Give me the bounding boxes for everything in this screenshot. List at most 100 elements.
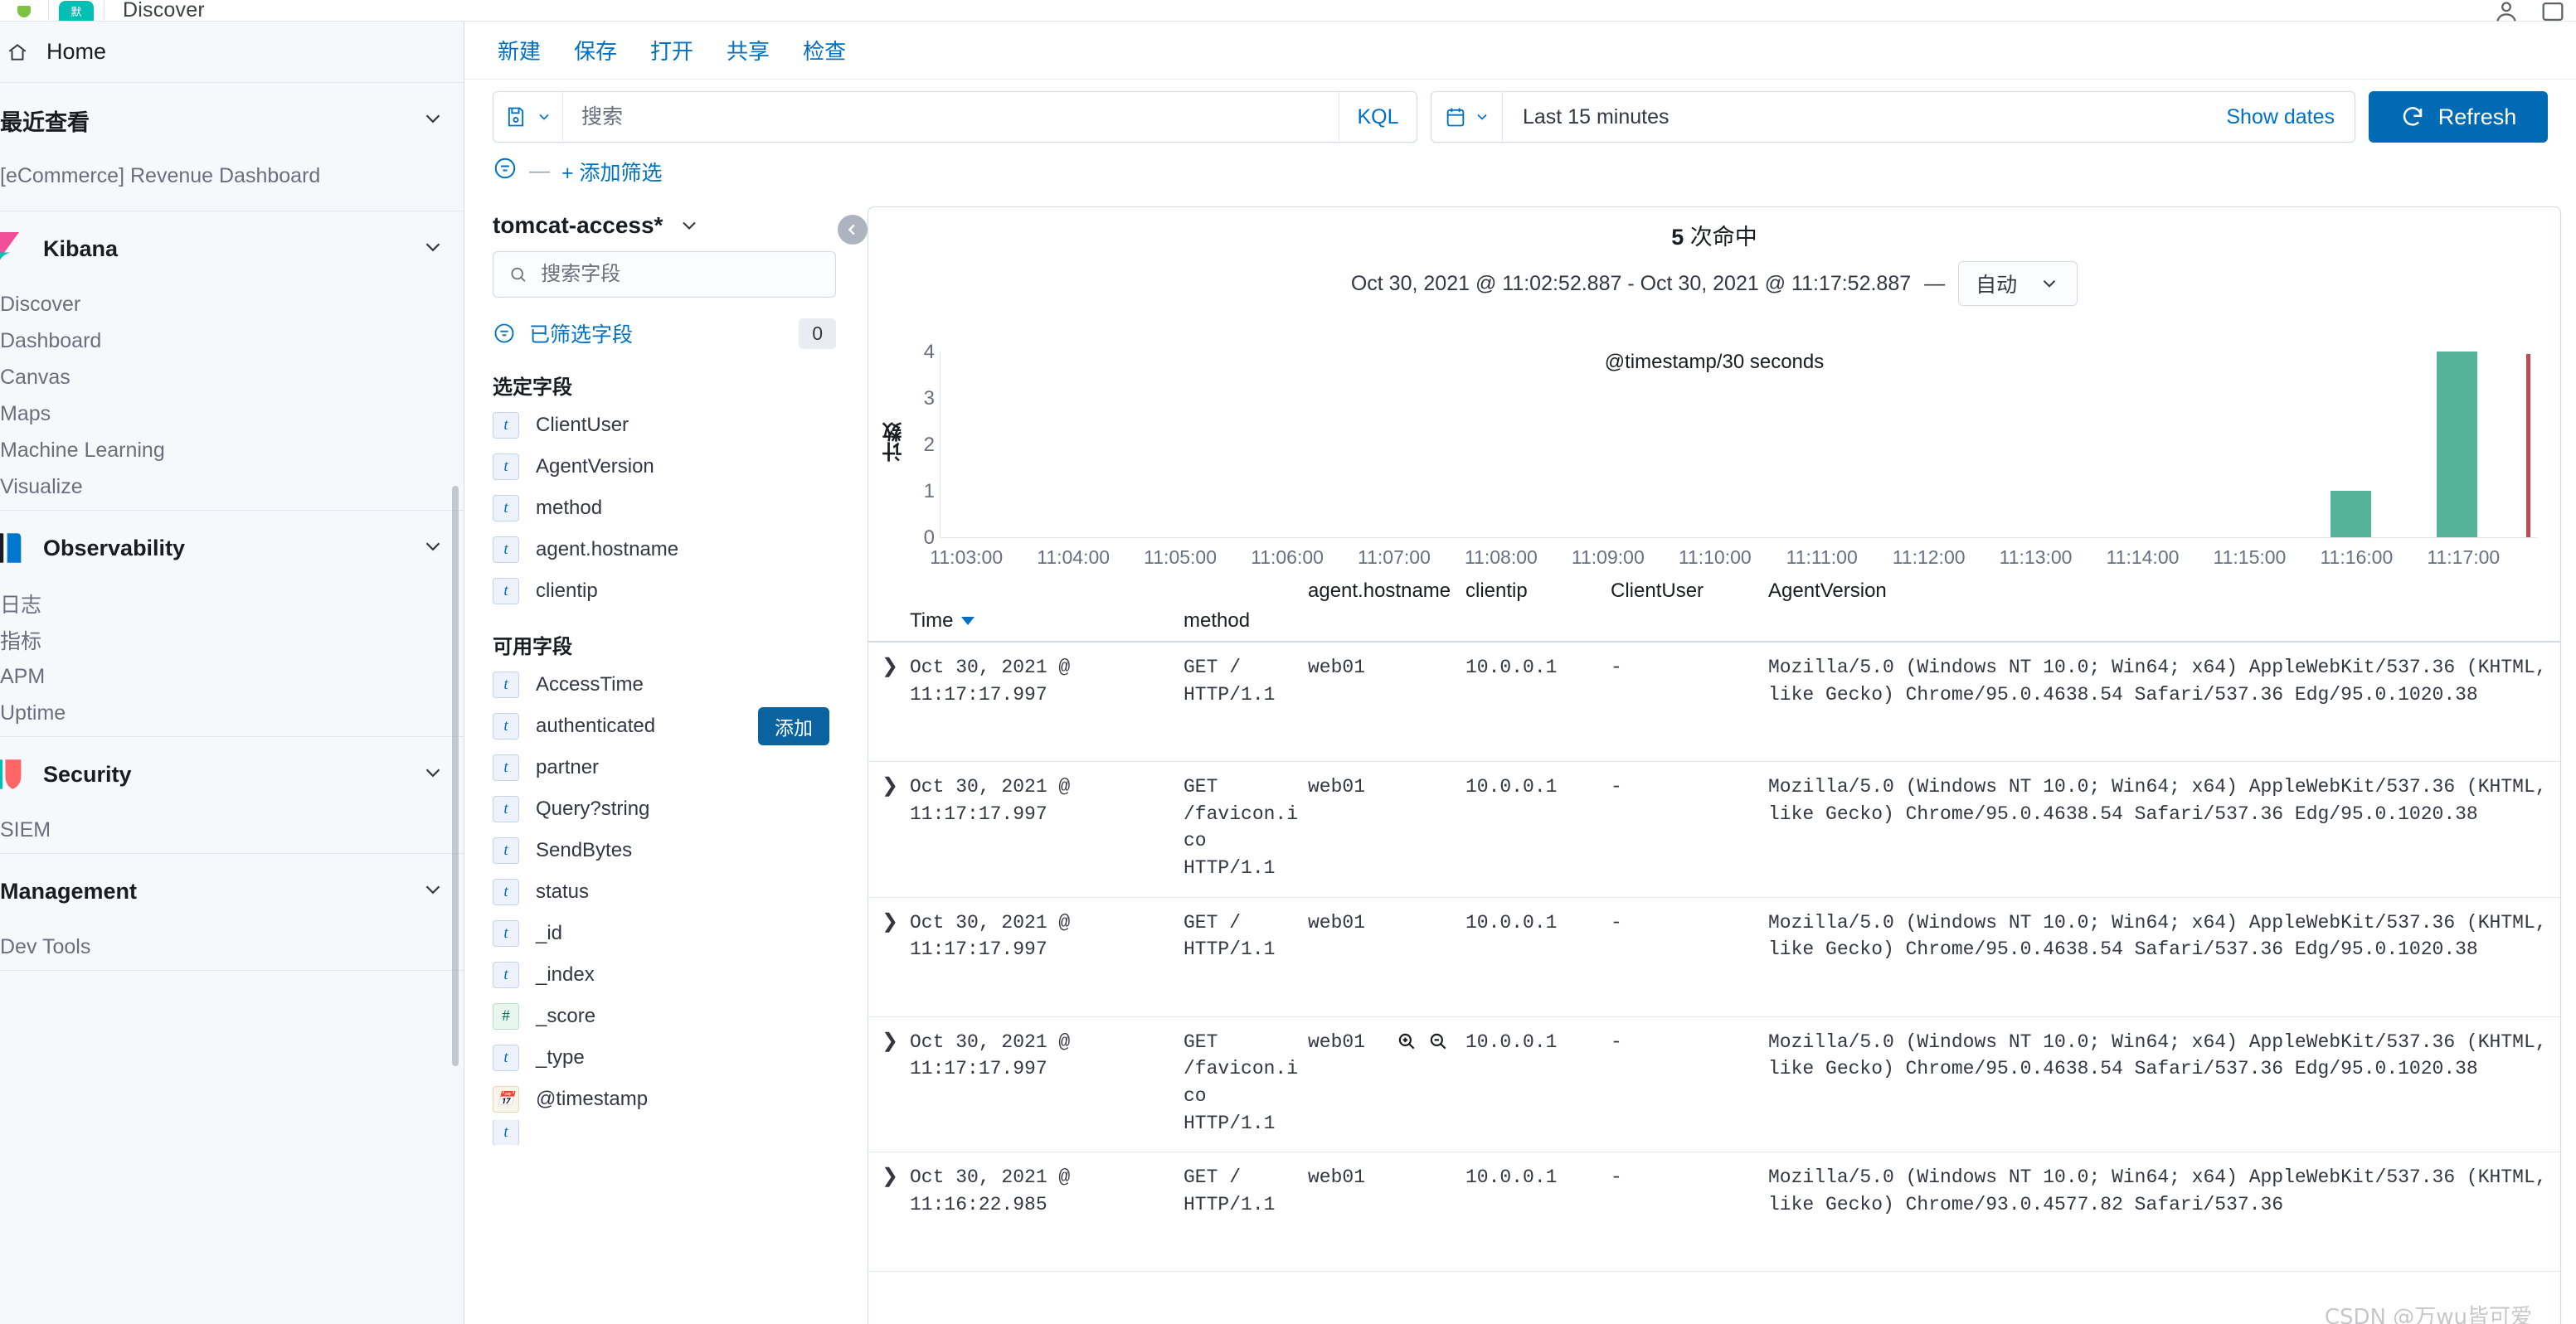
table-row[interactable]: ❯ Oct 30, 2021 @ 11:17:17.997 GET / HTTP/1…: [868, 643, 2560, 762]
filter-options-icon[interactable]: [493, 156, 518, 187]
sidebar-item-siem[interactable]: SIEM: [0, 812, 464, 848]
nav-section-observability-header[interactable]: Observability: [0, 511, 464, 585]
chart-bar[interactable]: [2437, 352, 2478, 537]
cell-clientip: 10.0.0.1: [1465, 911, 1558, 934]
list-item[interactable]: t Query?string: [493, 788, 836, 830]
filter-for-value-icon[interactable]: [1396, 1031, 1417, 1052]
sidebar-item-machine-learning[interactable]: Machine Learning: [0, 432, 464, 468]
query-language-button[interactable]: KQL: [1339, 92, 1417, 142]
list-item[interactable]: t ClientUser: [493, 405, 836, 446]
list-item[interactable]: t AccessTime: [493, 664, 836, 706]
expand-row-icon[interactable]: ❯: [882, 1030, 898, 1052]
sidebar-item-dashboard[interactable]: Dashboard: [0, 323, 464, 359]
list-item[interactable]: t: [493, 1120, 836, 1145]
browser-tab-title[interactable]: Discover: [104, 0, 205, 21]
list-item[interactable]: t status: [493, 871, 836, 913]
chart-bar[interactable]: [2331, 491, 2371, 537]
field-search-box[interactable]: [493, 251, 836, 298]
ime-indicator[interactable]: 默: [49, 0, 104, 21]
chevron-down-icon[interactable]: [420, 235, 445, 264]
search-input[interactable]: [563, 92, 1339, 142]
nav-section-kibana-header[interactable]: Kibana: [0, 211, 464, 286]
nav-section-recent-header[interactable]: 最近查看: [0, 83, 464, 158]
topnav-save[interactable]: 保存: [574, 35, 617, 65]
chevron-down-icon[interactable]: [420, 106, 445, 135]
list-item[interactable]: t AgentVersion: [493, 446, 836, 487]
topnav-open[interactable]: 打开: [650, 35, 693, 65]
interval-select[interactable]: 自动: [1958, 261, 2078, 306]
expand-row-icon[interactable]: ❯: [882, 655, 898, 677]
sidebar-item-visualize[interactable]: Visualize: [0, 468, 464, 505]
table-row[interactable]: ❯ Oct 30, 2021 @ 11:17:17.997 GET / HTTP/1…: [868, 898, 2560, 1017]
chevron-down-icon: [2043, 280, 2056, 288]
sidebar-item-canvas[interactable]: Canvas: [0, 359, 464, 395]
nav-section-management-header[interactable]: Management: [0, 854, 464, 929]
topnav-new[interactable]: 新建: [498, 35, 541, 65]
list-item[interactable]: t _type: [493, 1037, 836, 1079]
column-header-clientuser[interactable]: ClientUser: [1611, 576, 1768, 603]
saved-query-button[interactable]: [493, 92, 563, 142]
date-range-value[interactable]: Last 15 minutes: [1503, 105, 2206, 129]
sidebar-item-dev-tools[interactable]: Dev Tools: [0, 929, 464, 965]
list-item[interactable]: t authenticated 添加: [493, 706, 836, 747]
filtered-fields-toggle[interactable]: 已筛选字段 0: [493, 306, 836, 361]
column-header-time[interactable]: Time: [910, 609, 1184, 633]
list-item[interactable]: t _index: [493, 954, 836, 996]
list-item[interactable]: t method: [493, 487, 836, 529]
topnav-inspect[interactable]: 检查: [803, 35, 846, 65]
refresh-button[interactable]: Refresh: [2369, 91, 2548, 143]
sidebar-item-metrics[interactable]: 指标: [0, 622, 464, 658]
column-header-agentversion[interactable]: AgentVersion: [1768, 576, 2560, 603]
list-item[interactable]: 📅 @timestamp: [493, 1079, 836, 1120]
sidebar-item-apm[interactable]: APM: [0, 658, 464, 695]
list-item[interactable]: t clientip: [493, 570, 836, 612]
calendar-button[interactable]: [1431, 92, 1503, 142]
field-name: Query?string: [536, 798, 650, 820]
field-type-string-icon: t: [493, 672, 519, 698]
chevron-down-icon[interactable]: [420, 760, 445, 789]
add-field-button[interactable]: 添加: [758, 707, 829, 745]
collapse-sidebar-button[interactable]: [838, 215, 868, 245]
sidebar-item-logs[interactable]: 日志: [0, 585, 464, 622]
window-control-icon[interactable]: [2530, 0, 2576, 22]
field-search-input[interactable]: [541, 263, 820, 286]
column-header-method[interactable]: method: [1184, 609, 1308, 633]
chevron-down-icon[interactable]: [420, 877, 445, 906]
field-name: _index: [536, 963, 595, 986]
chart-plot-area[interactable]: [940, 352, 2537, 538]
cell-agent-hostname: web01: [1308, 1166, 1366, 1189]
table-header-row: Time method agent.hostname clientip Clie…: [868, 571, 2560, 643]
account-icon[interactable]: [2483, 0, 2530, 22]
list-item[interactable]: t SendBytes: [493, 830, 836, 871]
sidebar-item-discover[interactable]: Discover: [0, 286, 464, 323]
nav-section-security-header[interactable]: Security: [0, 737, 464, 812]
sidebar-item-uptime[interactable]: Uptime: [0, 695, 464, 731]
table-row[interactable]: ❯ Oct 30, 2021 @ 11:17:17.997 GET /favicon…: [868, 762, 2560, 898]
table-row[interactable]: ❯ Oct 30, 2021 @ 11:16:22.985 GET / HTTP/1…: [868, 1152, 2560, 1273]
nav-item-home[interactable]: Home: [0, 22, 464, 83]
filter-out-value-icon[interactable]: [1427, 1031, 1449, 1052]
nav-recent-item-0[interactable]: [eCommerce] Revenue Dashboard: [0, 158, 464, 194]
list-item[interactable]: # _score: [493, 996, 836, 1037]
index-pattern-label: tomcat-access*: [493, 212, 663, 238]
value-filter-controls[interactable]: [1396, 1031, 1449, 1052]
list-item[interactable]: t agent.hostname: [493, 529, 836, 570]
sidebar-item-maps[interactable]: Maps: [0, 395, 464, 432]
expand-row-icon[interactable]: ❯: [882, 910, 898, 933]
column-header-clientip[interactable]: clientip: [1465, 576, 1611, 603]
list-item[interactable]: t partner: [493, 747, 836, 788]
table-row[interactable]: ❯ Oct 30, 2021 @ 11:17:17.997 GET /favicon…: [868, 1017, 2560, 1153]
add-filter-button[interactable]: + 添加筛选: [561, 157, 663, 187]
expand-row-icon[interactable]: ❯: [882, 1165, 898, 1187]
expand-row-icon[interactable]: ❯: [882, 774, 898, 797]
column-label: Time: [910, 609, 954, 632]
filtered-fields-label: 已筛选字段: [529, 323, 634, 347]
chevron-down-icon[interactable]: [678, 214, 701, 237]
column-header-agent-hostname[interactable]: agent.hostname: [1308, 576, 1465, 603]
topnav-share[interactable]: 共享: [727, 35, 770, 65]
show-dates-button[interactable]: Show dates: [2206, 105, 2355, 129]
index-pattern-selector[interactable]: tomcat-access*: [493, 200, 836, 251]
list-item[interactable]: t _id: [493, 913, 836, 954]
nav-scrollbar[interactable]: [452, 486, 459, 1066]
chevron-down-icon[interactable]: [420, 534, 445, 563]
